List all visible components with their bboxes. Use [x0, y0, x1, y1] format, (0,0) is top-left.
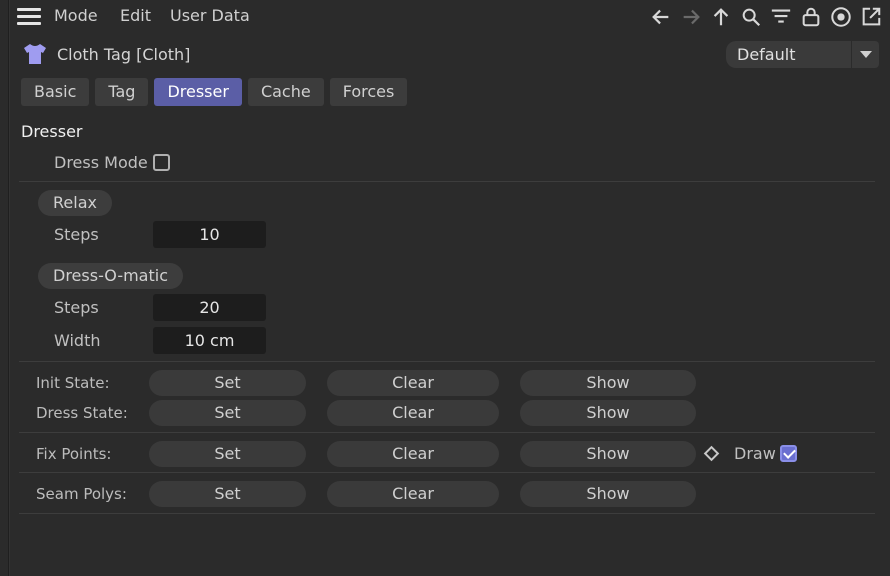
fix-points-set-button[interactable]: Set [149, 441, 306, 467]
dressomatic-steps-field[interactable]: 20 [153, 294, 266, 321]
init-state-set-button[interactable]: Set [149, 370, 306, 396]
title-row: Cloth Tag [Cloth] Default [0, 40, 890, 70]
panel-border-highlight [9, 0, 10, 576]
relax-group-button[interactable]: Relax [38, 190, 112, 216]
cloth-shirt-icon [24, 44, 46, 64]
arrow-left-icon[interactable] [648, 4, 674, 30]
new-window-icon[interactable] [858, 4, 884, 30]
dressomatic-group-button[interactable]: Dress-O-matic [38, 263, 183, 289]
dress-state-clear-button[interactable]: Clear [327, 400, 499, 426]
init-state-clear-button[interactable]: Clear [327, 370, 499, 396]
dressomatic-width-label: Width [54, 331, 101, 350]
dress-state-label: Dress State: [36, 404, 128, 422]
divider [19, 513, 875, 514]
divider [19, 472, 875, 473]
dress-mode-label: Dress Mode [54, 153, 148, 172]
divider [19, 432, 875, 433]
dressomatic-steps-label: Steps [54, 298, 99, 317]
seam-polys-show-button[interactable]: Show [520, 481, 696, 507]
object-title: Cloth Tag [Cloth] [57, 45, 191, 64]
search-icon[interactable] [738, 4, 764, 30]
tab-dresser[interactable]: Dresser [154, 78, 242, 106]
relax-steps-field[interactable]: 10 [153, 221, 266, 248]
menu-mode[interactable]: Mode [54, 6, 98, 25]
draw-checkbox[interactable] [780, 445, 797, 462]
chevron-down-icon[interactable] [860, 51, 872, 58]
filter-icon[interactable] [768, 4, 794, 30]
menu-user-data[interactable]: User Data [170, 6, 250, 25]
fix-points-clear-button[interactable]: Clear [327, 441, 499, 467]
dress-mode-checkbox[interactable] [153, 154, 170, 171]
seam-polys-set-button[interactable]: Set [149, 481, 306, 507]
init-state-label: Init State: [36, 374, 110, 392]
draw-label: Draw [734, 444, 776, 463]
tab-cache[interactable]: Cache [247, 78, 324, 106]
lock-icon[interactable] [798, 4, 824, 30]
tab-forces[interactable]: Forces [329, 78, 408, 106]
tab-bar: Basic Tag Dresser Cache Forces [21, 78, 408, 106]
menu-bar: Mode Edit User Data [0, 0, 890, 32]
preset-divider [851, 41, 852, 68]
dress-state-show-button[interactable]: Show [520, 400, 696, 426]
section-title: Dresser [21, 122, 83, 141]
menu-edit[interactable]: Edit [120, 6, 151, 25]
hamburger-menu-icon[interactable] [17, 8, 41, 25]
seam-polys-clear-button[interactable]: Clear [327, 481, 499, 507]
arrow-right-icon[interactable] [678, 4, 704, 30]
target-icon[interactable] [828, 4, 854, 30]
dressomatic-width-field[interactable]: 10 cm [153, 327, 266, 354]
seam-polys-label: Seam Polys: [36, 485, 127, 503]
preset-value: Default [737, 45, 796, 64]
divider [19, 361, 875, 362]
preset-dropdown[interactable]: Default [726, 41, 879, 68]
relax-steps-label: Steps [54, 225, 99, 244]
dress-state-set-button[interactable]: Set [149, 400, 306, 426]
tab-basic[interactable]: Basic [21, 78, 90, 106]
init-state-show-button[interactable]: Show [520, 370, 696, 396]
toolbar [648, 4, 884, 30]
fix-points-show-button[interactable]: Show [520, 441, 696, 467]
fix-points-label: Fix Points: [36, 445, 112, 463]
divider [19, 181, 875, 182]
arrow-up-icon[interactable] [708, 4, 734, 30]
tab-tag[interactable]: Tag [95, 78, 149, 106]
keyframe-diamond-icon[interactable] [703, 445, 720, 462]
